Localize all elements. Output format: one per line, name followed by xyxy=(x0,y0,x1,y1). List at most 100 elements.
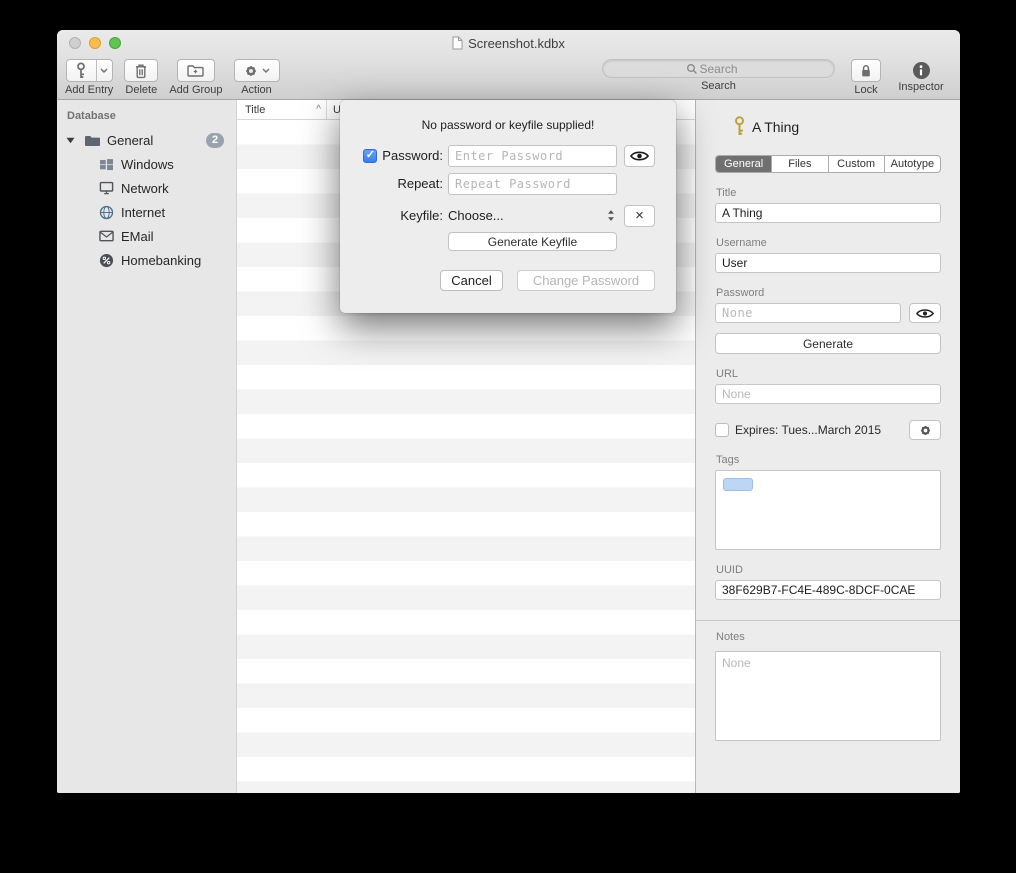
search-toolbar-item: Search xyxy=(601,59,836,92)
expires-settings-button[interactable] xyxy=(909,420,941,440)
reveal-password-button[interactable] xyxy=(624,145,655,167)
sidebar-item-label: Network xyxy=(121,181,169,196)
action-label: Action xyxy=(241,84,272,96)
keyfile-label: Keyfile: xyxy=(400,208,443,223)
expires-checkbox[interactable] xyxy=(715,423,729,437)
check-icon: ✓ xyxy=(366,150,375,161)
close-icon: × xyxy=(635,208,644,223)
sidebar-item-homebanking[interactable]: Homebanking xyxy=(57,248,236,272)
lock-icon xyxy=(860,64,872,78)
keyfile-popup[interactable]: Choose... xyxy=(448,205,617,227)
toolbar: Add Entry Delete Add Group xyxy=(57,56,960,100)
tags-field[interactable] xyxy=(715,470,941,550)
monitor-icon xyxy=(97,181,115,195)
folder-icon xyxy=(83,134,101,147)
password-field[interactable] xyxy=(715,303,901,323)
password-row: ✓ Password: xyxy=(340,144,655,167)
keyfile-popup-value: Choose... xyxy=(448,208,504,223)
generate-keyfile-button[interactable]: Generate Keyfile xyxy=(448,232,617,251)
sidebar-item-label: General xyxy=(107,133,153,148)
dialog-message: No password or keyfile supplied! xyxy=(340,118,676,132)
title-field[interactable] xyxy=(715,203,941,223)
sidebar-item-network[interactable]: Network xyxy=(57,176,236,200)
trash-icon xyxy=(134,63,148,79)
eye-icon xyxy=(916,308,934,319)
inspector-tabs: General Files Custom Autotype xyxy=(715,155,941,173)
password-label: Password: xyxy=(382,148,443,163)
username-label: Username xyxy=(716,237,941,249)
chevron-down-icon xyxy=(262,68,270,73)
repeat-row: Repeat: xyxy=(340,172,655,195)
tag-chip[interactable] xyxy=(723,478,753,491)
notes-label: Notes xyxy=(716,631,941,643)
windows-icon xyxy=(97,158,115,171)
sidebar-header: Database xyxy=(67,110,236,122)
add-group-button[interactable] xyxy=(177,59,215,82)
add-entry-label: Add Entry xyxy=(65,84,113,96)
expires-label: Expires: Tues...March 2015 xyxy=(735,423,903,437)
gear-icon xyxy=(919,424,932,437)
generate-password-button[interactable]: Generate xyxy=(715,333,941,354)
sidebar-item-internet[interactable]: Internet xyxy=(57,200,236,224)
tab-files[interactable]: Files xyxy=(771,156,827,172)
titlebar[interactable]: Screenshot.kdbx xyxy=(57,30,960,56)
notes-field[interactable] xyxy=(715,651,941,741)
password-checkbox[interactable]: ✓ xyxy=(363,149,377,163)
search-label: Search xyxy=(701,80,736,92)
disclosure-triangle-icon[interactable] xyxy=(66,137,76,144)
add-entry-button[interactable] xyxy=(66,59,113,82)
sidebar-item-general[interactable]: General 2 xyxy=(57,128,236,152)
sidebar-item-windows[interactable]: Windows xyxy=(57,152,236,176)
add-group-toolbar-item: Add Group xyxy=(169,59,222,96)
entry-title: A Thing xyxy=(752,119,799,135)
inspector-label: Inspector xyxy=(898,81,943,93)
gear-icon xyxy=(244,64,258,78)
search-input[interactable] xyxy=(602,59,835,78)
uuid-field[interactable] xyxy=(715,580,941,600)
tags-label: Tags xyxy=(716,454,941,466)
window-title-wrap: Screenshot.kdbx xyxy=(57,30,960,56)
stepper-arrows-icon xyxy=(607,209,615,222)
inspector-divider xyxy=(696,620,960,621)
clear-keyfile-button[interactable]: × xyxy=(624,205,655,227)
keyfile-row: Keyfile: Choose... × xyxy=(340,204,655,227)
sidebar-item-label: EMail xyxy=(121,229,154,244)
tab-custom[interactable]: Custom xyxy=(828,156,884,172)
lock-label: Lock xyxy=(854,84,877,96)
envelope-icon xyxy=(97,230,115,242)
change-password-button[interactable]: Change Password xyxy=(517,270,655,291)
url-field[interactable] xyxy=(715,384,941,404)
sidebar-item-label: Internet xyxy=(121,205,165,220)
action-button[interactable] xyxy=(234,59,280,82)
lock-button[interactable] xyxy=(851,59,881,82)
add-entry-toolbar-item: Add Entry xyxy=(65,59,113,96)
tab-autotype[interactable]: Autotype xyxy=(884,156,940,172)
column-header-title[interactable]: Title ^ xyxy=(237,100,327,119)
document-icon xyxy=(452,36,463,50)
group-count-badge: 2 xyxy=(206,133,224,148)
tab-general[interactable]: General xyxy=(716,156,771,172)
percent-icon xyxy=(97,253,115,268)
key-icon xyxy=(67,60,97,81)
uuid-label: UUID xyxy=(716,564,941,576)
dialog-buttons: Cancel Change Password xyxy=(440,270,655,291)
delete-button[interactable] xyxy=(124,59,158,82)
delete-label: Delete xyxy=(125,84,157,96)
action-toolbar-item: Action xyxy=(234,59,280,96)
folder-plus-icon xyxy=(187,64,204,77)
username-field[interactable] xyxy=(715,253,941,273)
reveal-password-button[interactable] xyxy=(909,303,941,323)
new-password-input[interactable] xyxy=(448,145,617,167)
change-password-dialog: No password or keyfile supplied! ✓ Passw… xyxy=(340,100,676,313)
sidebar-item-label: Homebanking xyxy=(121,253,201,268)
url-label: URL xyxy=(716,368,941,380)
key-icon xyxy=(734,116,745,137)
cancel-button[interactable]: Cancel xyxy=(440,270,503,291)
repeat-password-input[interactable] xyxy=(448,173,617,195)
chevron-down-icon[interactable] xyxy=(97,60,112,81)
eye-icon xyxy=(630,150,649,162)
sidebar-item-email[interactable]: EMail xyxy=(57,224,236,248)
entry-header: A Thing xyxy=(734,116,941,137)
globe-icon xyxy=(97,205,115,220)
info-icon[interactable] xyxy=(913,62,930,79)
